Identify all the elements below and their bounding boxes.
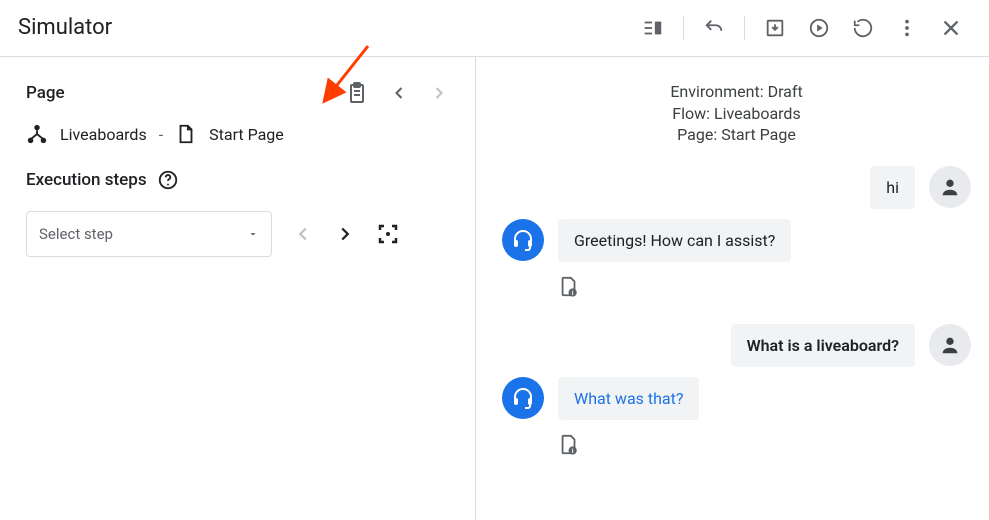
flow-icon [26, 123, 48, 145]
breadcrumb-flow: Liveaboards [60, 125, 147, 144]
svg-text:i: i [572, 448, 574, 455]
undo-button[interactable] [694, 8, 734, 48]
page-title: Simulator [18, 15, 112, 40]
right-panel: Environment: Draft Flow: Liveaboards Pag… [475, 56, 989, 520]
chat: hi Greetings! How can I assist? i What i… [502, 166, 971, 472]
prev-step-button[interactable] [292, 223, 314, 245]
exec-steps-label: Execution steps [26, 170, 147, 190]
breadcrumb-sep: - [159, 125, 163, 144]
close-button[interactable] [931, 8, 971, 48]
user-avatar-icon [929, 166, 971, 208]
bot-avatar-icon [502, 219, 544, 261]
breadcrumb-page: Start Page [209, 125, 284, 144]
bot-message: Greetings! How can I assist? [558, 219, 791, 262]
context-info: Environment: Draft Flow: Liveaboards Pag… [502, 81, 971, 146]
user-message: What is a liveaboard? [731, 324, 915, 367]
chat-row-user: What is a liveaboard? [502, 324, 971, 367]
bot-avatar-icon [502, 377, 544, 419]
chevron-down-icon [247, 228, 259, 240]
separator [683, 16, 684, 40]
toolbar [633, 8, 971, 48]
play-button[interactable] [799, 8, 839, 48]
prev-page-button[interactable] [389, 83, 409, 103]
more-button[interactable] [887, 8, 927, 48]
clipboard-icon[interactable] [345, 81, 369, 105]
step-select-placeholder: Select step [39, 225, 113, 243]
separator [744, 16, 745, 40]
chat-row-bot: Greetings! How can I assist? [502, 219, 971, 262]
breadcrumb: Liveaboards - Start Page [26, 123, 449, 145]
reset-button[interactable] [843, 8, 883, 48]
bot-message-link[interactable]: What was that? [558, 377, 699, 420]
intent-detail-icon[interactable]: i [558, 434, 971, 456]
left-panel: Page Liveaboards - Start [0, 56, 475, 520]
svg-text:i: i [572, 290, 574, 297]
next-step-button[interactable] [334, 223, 356, 245]
next-page-button[interactable] [429, 83, 449, 103]
focus-icon[interactable] [376, 222, 400, 246]
user-message: hi [870, 166, 915, 209]
page-icon [175, 123, 197, 145]
intent-detail-icon[interactable]: i [558, 276, 971, 298]
chat-row-bot: What was that? [502, 377, 971, 420]
panel-toggle-button[interactable] [633, 8, 673, 48]
save-button[interactable] [755, 8, 795, 48]
chat-row-user: hi [502, 166, 971, 209]
user-avatar-icon [929, 324, 971, 366]
page-section-label: Page [26, 83, 65, 103]
help-icon[interactable] [157, 169, 179, 191]
step-select[interactable]: Select step [26, 211, 272, 257]
